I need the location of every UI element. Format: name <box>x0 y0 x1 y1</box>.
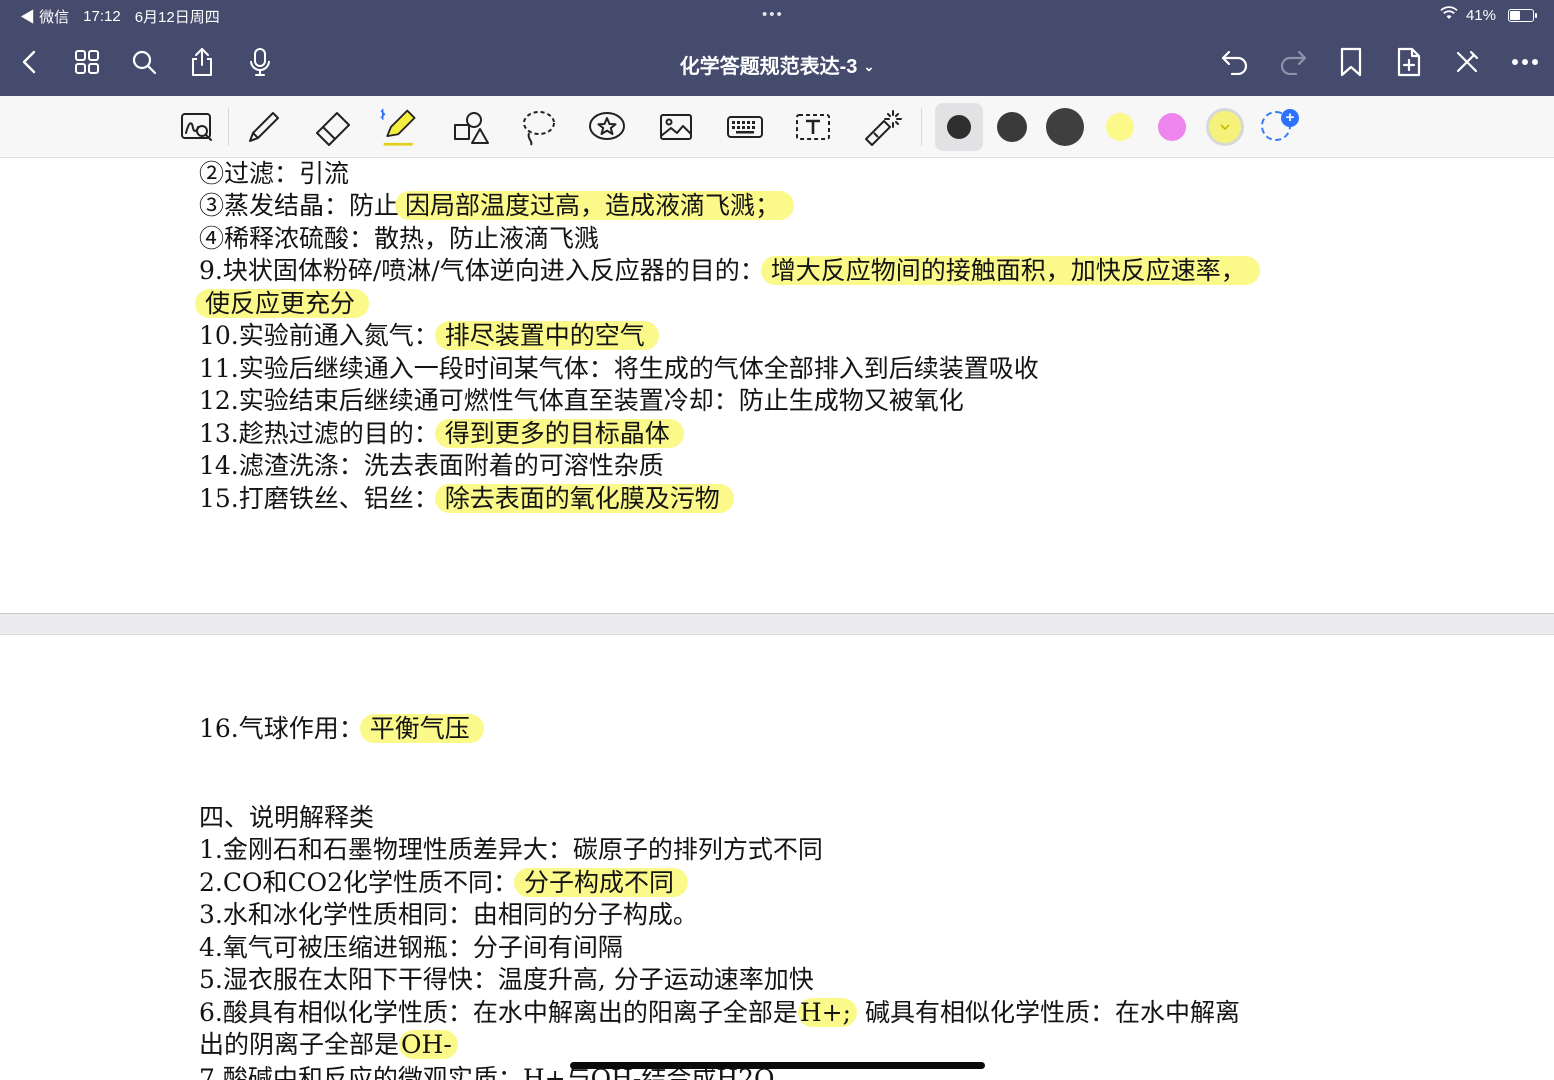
highlighted-text: H+; <box>797 998 858 1027</box>
note-text: ③蒸发结晶：防止 <box>199 191 400 220</box>
add-page-icon[interactable] <box>1391 44 1427 80</box>
note-line: 16.气球作用： 平衡气压 <box>199 713 484 745</box>
battery-icon <box>1508 8 1537 22</box>
note-line: 四、说明解释类 <box>199 802 374 834</box>
wifi-icon <box>1440 6 1458 24</box>
note-text: 14.滤渣洗涤：洗去表面附着的可溶性杂质 <box>199 451 664 480</box>
pen-off-icon[interactable] <box>1449 44 1485 80</box>
note-line: 出的阴离子全部是OH- <box>199 1029 458 1061</box>
note-text: 四、说明解释类 <box>199 803 375 832</box>
more-icon[interactable] <box>1507 44 1543 80</box>
highlighted-text: 增大反应物间的接触面积，加快反应速率， <box>760 256 1260 285</box>
home-indicator[interactable] <box>570 1062 985 1069</box>
color-swatch-pink[interactable] <box>1158 113 1186 141</box>
battery-percent: 41% <box>1465 6 1496 24</box>
lasso-zoom-icon[interactable] <box>177 107 217 147</box>
add-color-badge[interactable]: + <box>1281 109 1299 127</box>
note-line: 13.趁热过滤的目的： 得到更多的目标晶体 <box>199 418 684 450</box>
note-text: 6.酸具有相似化学性质：在水中解离出的阳离子全部是 <box>199 998 798 1027</box>
note-line: 2.CO和CO2化学性质不同： 分子构成不同 <box>199 867 689 899</box>
highlighted-text: 除去表面的氧化膜及污物 <box>434 484 734 513</box>
note-line: 3.水和冰化学性质相同：由相同的分子构成。 <box>199 899 698 931</box>
laser-pointer-icon[interactable] <box>862 107 902 147</box>
note-line: ④稀释浓硫酸：散热，防止液滴飞溅 <box>199 223 599 255</box>
color-swatch-black-thin[interactable] <box>947 115 971 139</box>
back-to-app-link[interactable]: ◀ 微信 <box>20 6 69 27</box>
image-icon[interactable] <box>656 107 696 147</box>
note-text: 16.气球作用： <box>199 714 364 743</box>
highlighted-text: 平衡气压 <box>359 714 484 743</box>
note-line: 4.氧气可被压缩进钢瓶：分子间有间隔 <box>199 932 623 964</box>
chevron-down-icon <box>1220 124 1230 131</box>
highlighted-text: 分子构成不同 <box>514 868 689 897</box>
status-bar: ◀ 微信 17:12 6月12日周四 ••• 41% <box>0 0 1554 30</box>
note-text: 12.实验结束后继续通可燃性气体直至装置冷却：防止生成物又被氧化 <box>199 386 964 415</box>
keyboard-icon[interactable] <box>725 107 765 147</box>
document-title-text: 化学答题规范表达-3 <box>679 56 858 78</box>
note-line: ③蒸发结晶：防止 因局部温度过高，造成液滴飞溅； <box>199 190 795 222</box>
note-text: 碱具有相似化学性质：在水中解离 <box>857 998 1240 1027</box>
chevron-down-icon: ⌄ <box>863 59 875 74</box>
top-bar: ◀ 微信 17:12 6月12日周四 ••• 41% 化学答题规范表达-3 ⌄ <box>0 0 1554 96</box>
color-swatch-black-thick[interactable] <box>1046 108 1084 146</box>
status-date: 6月12日周四 <box>134 9 220 26</box>
note-line: 5.湿衣服在太阳下干得快：温度升高, 分子运动速率加快 <box>199 964 814 996</box>
note-text: 4.氧气可被压缩进钢瓶：分子间有间隔 <box>199 933 623 962</box>
bookmark-icon[interactable] <box>1333 44 1369 80</box>
color-swatch-black-medium[interactable] <box>997 112 1027 142</box>
notebook-canvas[interactable]: ②过滤：引流 ③蒸发结晶：防止 因局部温度过高，造成液滴飞溅； ④稀释浓硫酸：散热，防… <box>0 158 1554 1080</box>
note-text: ④稀释浓硫酸：散热，防止液滴飞溅 <box>199 224 600 253</box>
note-line: 10.实验前通入氮气： 排尽装置中的空气 <box>199 320 659 352</box>
document-title[interactable]: 化学答题规范表达-3 ⌄ <box>0 50 1554 79</box>
status-time: 17:12 <box>83 8 121 25</box>
highlighted-text: 得到更多的目标晶体 <box>434 419 684 448</box>
note-line: 9.块状固体粉碎/喷淋/气体逆向进入反应器的目的： 增大反应物间的接触面积，加快反… <box>199 255 1260 287</box>
note-text: 11.实验后继续通入一段时间某气体：将生成的气体全部排入到后续装置吸收 <box>199 354 1039 383</box>
note-text: 13.趁热过滤的目的： <box>199 419 439 448</box>
highlighted-text: OH- <box>399 1030 458 1059</box>
note-line: ②过滤：引流 <box>199 158 349 190</box>
note-text: 3.水和冰化学性质相同：由相同的分子构成。 <box>199 900 698 929</box>
note-text: 15.打磨铁丝、铝丝： <box>199 484 439 513</box>
redo-icon[interactable] <box>1275 44 1311 80</box>
note-line: 11.实验后继续通入一段时间某气体：将生成的气体全部排入到后续装置吸收 <box>199 353 1039 385</box>
note-text: 出的阴离子全部是 <box>199 1030 400 1059</box>
toolbar-divider <box>921 108 922 146</box>
pen-icon[interactable] <box>244 107 284 147</box>
note-line: 15.打磨铁丝、铝丝： 除去表面的氧化膜及污物 <box>199 483 734 515</box>
note-text: 2.CO和CO2化学性质不同： <box>199 868 519 897</box>
note-line: 14.滤渣洗涤：洗去表面附着的可溶性杂质 <box>199 450 664 482</box>
note-text: 5.湿衣服在太阳下干得快：温度升高, 分子运动速率加快 <box>199 965 814 994</box>
note-line: 12.实验结束后继续通可燃性气体直至装置冷却：防止生成物又被氧化 <box>199 385 964 417</box>
note-text: 9.块状固体粉碎/喷淋/气体逆向进入反应器的目的： <box>199 256 765 285</box>
note-text: 1.金刚石和石墨物理性质差异大：碳原子的排列方式不同 <box>199 835 823 864</box>
note-text: ②过滤：引流 <box>199 159 350 188</box>
toolbar-divider <box>228 108 229 146</box>
multitask-dots[interactable]: ••• <box>762 6 784 23</box>
eraser-icon[interactable] <box>313 107 353 147</box>
note-line: 使反应更充分 <box>195 288 370 320</box>
note-text: 10.实验前通入氮气： <box>199 321 439 350</box>
note-line: 6.酸具有相似化学性质：在水中解离出的阳离子全部是H+; 碱具有相似化学性质：在… <box>199 997 1240 1029</box>
sticker-icon[interactable] <box>587 107 627 147</box>
shapes-icon[interactable] <box>450 107 490 147</box>
nav-bar: 化学答题规范表达-3 ⌄ <box>0 34 1554 92</box>
color-swatch-yellow-selected[interactable] <box>1206 108 1244 146</box>
lasso-icon[interactable] <box>519 107 559 147</box>
drawing-toolbar: + <box>0 96 1554 158</box>
highlighted-text: 使反应更充分 <box>195 289 370 318</box>
highlighter-icon[interactable] <box>380 107 420 147</box>
highlighted-text: 因局部温度过高，造成液滴飞溅； <box>395 191 795 220</box>
highlighted-text: 排尽装置中的空气 <box>434 321 659 350</box>
note-line: 1.金刚石和石墨物理性质差异大：碳原子的排列方式不同 <box>199 834 823 866</box>
page-separator <box>0 613 1554 635</box>
text-box-icon[interactable] <box>793 107 833 147</box>
color-swatch-yellow[interactable] <box>1106 113 1134 141</box>
undo-icon[interactable] <box>1217 44 1253 80</box>
